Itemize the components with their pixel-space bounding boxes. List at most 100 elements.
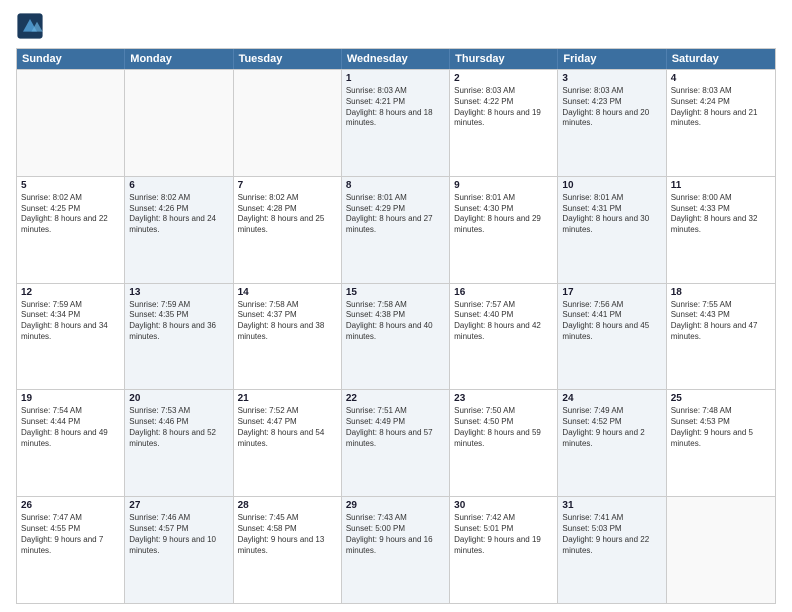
day-number: 20 <box>129 393 228 404</box>
cell-info: Sunrise: 8:01 AM Sunset: 4:31 PM Dayligh… <box>562 193 661 236</box>
cell-info: Sunrise: 8:02 AM Sunset: 4:25 PM Dayligh… <box>21 193 120 236</box>
cell-info: Sunrise: 8:02 AM Sunset: 4:28 PM Dayligh… <box>238 193 337 236</box>
weekday-header-saturday: Saturday <box>667 49 775 69</box>
day-number: 5 <box>21 180 120 191</box>
day-cell-26: 26 Sunrise: 7:47 AM Sunset: 4:55 PM Dayli… <box>17 497 125 603</box>
day-number: 22 <box>346 393 445 404</box>
cell-info: Sunrise: 7:58 AM Sunset: 4:37 PM Dayligh… <box>238 300 337 343</box>
day-cell-3: 3Sunrise: 8:03 AM Sunset: 4:23 PM Daylig… <box>558 70 666 176</box>
empty-cell <box>234 70 342 176</box>
cell-info: Sunrise: 7:52 AM Sunset: 4:47 PM Dayligh… <box>238 406 337 449</box>
day-cell-25: 25 Sunrise: 7:48 AM Sunset: 4:53 PM Dayli… <box>667 390 775 496</box>
cell-info: Sunrise: 7:59 AM Sunset: 4:35 PM Dayligh… <box>129 300 228 343</box>
day-cell-17: 17Sunrise: 7:56 AM Sunset: 4:41 PM Dayli… <box>558 284 666 390</box>
day-number: 9 <box>454 180 553 191</box>
cell-info: Sunrise: 8:03 AM Sunset: 4:24 PM Dayligh… <box>671 86 771 129</box>
day-number: 4 <box>671 73 771 84</box>
logo-icon <box>16 12 44 40</box>
day-cell-19: 19 Sunrise: 7:54 AM Sunset: 4:44 PM Dayli… <box>17 390 125 496</box>
day-cell-9: 9 Sunrise: 8:01 AM Sunset: 4:30 PM Daylig… <box>450 177 558 283</box>
calendar: SundayMondayTuesdayWednesdayThursdayFrid… <box>16 48 776 604</box>
empty-cell <box>17 70 125 176</box>
weekday-header-thursday: Thursday <box>450 49 558 69</box>
day-cell-8: 8Sunrise: 8:01 AM Sunset: 4:29 PM Daylig… <box>342 177 450 283</box>
day-number: 24 <box>562 393 661 404</box>
day-number: 17 <box>562 287 661 298</box>
cell-info: Sunrise: 7:54 AM Sunset: 4:44 PM Dayligh… <box>21 406 120 449</box>
calendar-row-1: 5 Sunrise: 8:02 AM Sunset: 4:25 PM Daylig… <box>17 176 775 283</box>
day-number: 12 <box>21 287 120 298</box>
weekday-header-tuesday: Tuesday <box>234 49 342 69</box>
calendar-header: SundayMondayTuesdayWednesdayThursdayFrid… <box>17 49 775 69</box>
day-cell-15: 15Sunrise: 7:58 AM Sunset: 4:38 PM Dayli… <box>342 284 450 390</box>
day-number: 28 <box>238 500 337 511</box>
day-number: 30 <box>454 500 553 511</box>
day-cell-31: 31Sunrise: 7:41 AM Sunset: 5:03 PM Dayli… <box>558 497 666 603</box>
weekday-header-wednesday: Wednesday <box>342 49 450 69</box>
day-cell-30: 30 Sunrise: 7:42 AM Sunset: 5:01 PM Dayli… <box>450 497 558 603</box>
cell-info: Sunrise: 8:03 AM Sunset: 4:22 PM Dayligh… <box>454 86 553 129</box>
cell-info: Sunrise: 7:45 AM Sunset: 4:58 PM Dayligh… <box>238 513 337 556</box>
day-number: 14 <box>238 287 337 298</box>
cell-info: Sunrise: 7:43 AM Sunset: 5:00 PM Dayligh… <box>346 513 445 556</box>
day-number: 21 <box>238 393 337 404</box>
cell-info: Sunrise: 8:00 AM Sunset: 4:33 PM Dayligh… <box>671 193 771 236</box>
day-cell-5: 5 Sunrise: 8:02 AM Sunset: 4:25 PM Daylig… <box>17 177 125 283</box>
cell-info: Sunrise: 7:49 AM Sunset: 4:52 PM Dayligh… <box>562 406 661 449</box>
day-number: 27 <box>129 500 228 511</box>
day-cell-28: 28 Sunrise: 7:45 AM Sunset: 4:58 PM Dayli… <box>234 497 342 603</box>
day-cell-13: 13 Sunrise: 7:59 AM Sunset: 4:35 PM Dayli… <box>125 284 233 390</box>
day-number: 18 <box>671 287 771 298</box>
calendar-row-3: 19 Sunrise: 7:54 AM Sunset: 4:44 PM Dayli… <box>17 389 775 496</box>
day-number: 3 <box>562 73 661 84</box>
calendar-row-2: 12Sunrise: 7:59 AM Sunset: 4:34 PM Dayli… <box>17 283 775 390</box>
weekday-header-friday: Friday <box>558 49 666 69</box>
calendar-body: 1Sunrise: 8:03 AM Sunset: 4:21 PM Daylig… <box>17 69 775 603</box>
cell-info: Sunrise: 7:51 AM Sunset: 4:49 PM Dayligh… <box>346 406 445 449</box>
day-cell-6: 6 Sunrise: 8:02 AM Sunset: 4:26 PM Daylig… <box>125 177 233 283</box>
day-cell-20: 20 Sunrise: 7:53 AM Sunset: 4:46 PM Dayli… <box>125 390 233 496</box>
cell-info: Sunrise: 8:01 AM Sunset: 4:30 PM Dayligh… <box>454 193 553 236</box>
day-number: 26 <box>21 500 120 511</box>
cell-info: Sunrise: 7:55 AM Sunset: 4:43 PM Dayligh… <box>671 300 771 343</box>
cell-info: Sunrise: 8:02 AM Sunset: 4:26 PM Dayligh… <box>129 193 228 236</box>
day-number: 11 <box>671 180 771 191</box>
day-cell-29: 29 Sunrise: 7:43 AM Sunset: 5:00 PM Dayli… <box>342 497 450 603</box>
day-cell-11: 11 Sunrise: 8:00 AM Sunset: 4:33 PM Dayli… <box>667 177 775 283</box>
cell-info: Sunrise: 8:01 AM Sunset: 4:29 PM Dayligh… <box>346 193 445 236</box>
day-cell-16: 16 Sunrise: 7:57 AM Sunset: 4:40 PM Dayli… <box>450 284 558 390</box>
logo <box>16 12 48 40</box>
day-cell-10: 10 Sunrise: 8:01 AM Sunset: 4:31 PM Dayli… <box>558 177 666 283</box>
cell-info: Sunrise: 7:48 AM Sunset: 4:53 PM Dayligh… <box>671 406 771 449</box>
day-cell-2: 2 Sunrise: 8:03 AM Sunset: 4:22 PM Daylig… <box>450 70 558 176</box>
weekday-header-monday: Monday <box>125 49 233 69</box>
day-number: 6 <box>129 180 228 191</box>
cell-info: Sunrise: 7:47 AM Sunset: 4:55 PM Dayligh… <box>21 513 120 556</box>
day-cell-22: 22 Sunrise: 7:51 AM Sunset: 4:49 PM Dayli… <box>342 390 450 496</box>
calendar-row-0: 1Sunrise: 8:03 AM Sunset: 4:21 PM Daylig… <box>17 69 775 176</box>
cell-info: Sunrise: 7:57 AM Sunset: 4:40 PM Dayligh… <box>454 300 553 343</box>
day-number: 13 <box>129 287 228 298</box>
cell-info: Sunrise: 7:53 AM Sunset: 4:46 PM Dayligh… <box>129 406 228 449</box>
cell-info: Sunrise: 7:42 AM Sunset: 5:01 PM Dayligh… <box>454 513 553 556</box>
calendar-row-4: 26 Sunrise: 7:47 AM Sunset: 4:55 PM Dayli… <box>17 496 775 603</box>
cell-info: Sunrise: 7:58 AM Sunset: 4:38 PM Dayligh… <box>346 300 445 343</box>
cell-info: Sunrise: 7:50 AM Sunset: 4:50 PM Dayligh… <box>454 406 553 449</box>
day-number: 29 <box>346 500 445 511</box>
page: SundayMondayTuesdayWednesdayThursdayFrid… <box>0 0 792 612</box>
day-number: 25 <box>671 393 771 404</box>
day-cell-27: 27 Sunrise: 7:46 AM Sunset: 4:57 PM Dayli… <box>125 497 233 603</box>
empty-cell <box>125 70 233 176</box>
day-cell-4: 4 Sunrise: 8:03 AM Sunset: 4:24 PM Daylig… <box>667 70 775 176</box>
empty-cell <box>667 497 775 603</box>
day-number: 16 <box>454 287 553 298</box>
day-number: 10 <box>562 180 661 191</box>
day-number: 19 <box>21 393 120 404</box>
day-number: 2 <box>454 73 553 84</box>
day-cell-24: 24 Sunrise: 7:49 AM Sunset: 4:52 PM Dayli… <box>558 390 666 496</box>
day-cell-23: 23Sunrise: 7:50 AM Sunset: 4:50 PM Dayli… <box>450 390 558 496</box>
day-cell-7: 7Sunrise: 8:02 AM Sunset: 4:28 PM Daylig… <box>234 177 342 283</box>
weekday-header-sunday: Sunday <box>17 49 125 69</box>
cell-info: Sunrise: 7:46 AM Sunset: 4:57 PM Dayligh… <box>129 513 228 556</box>
day-cell-12: 12Sunrise: 7:59 AM Sunset: 4:34 PM Dayli… <box>17 284 125 390</box>
